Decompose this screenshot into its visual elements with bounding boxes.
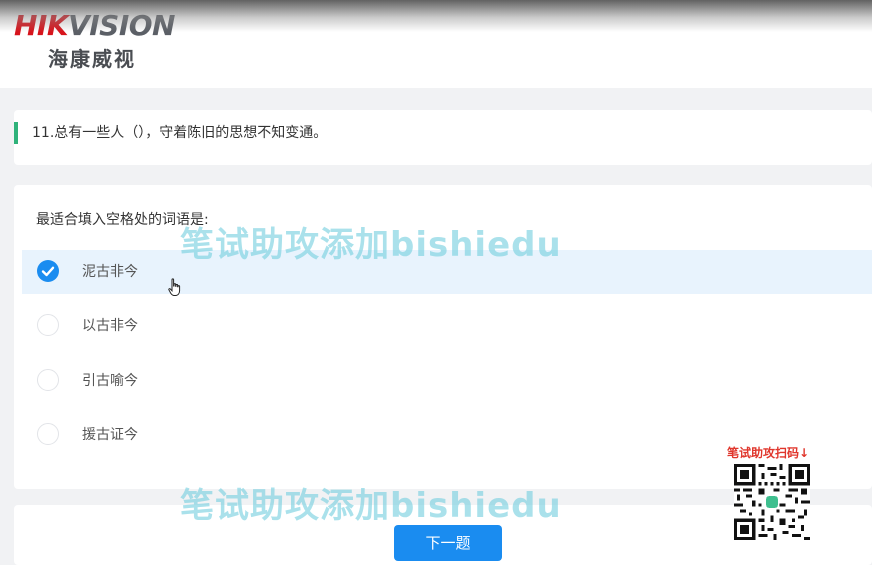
option-1[interactable]: 泥古非今 — [22, 250, 872, 294]
radio-button[interactable] — [37, 314, 59, 336]
logo-wordmark-gray: VISION — [68, 9, 175, 42]
hand-cursor-icon — [168, 278, 181, 296]
option-label: 援古证今 — [82, 427, 138, 443]
radio-button[interactable] — [37, 260, 59, 282]
next-question-button[interactable]: 下一题 — [394, 525, 502, 561]
check-icon — [41, 266, 55, 277]
answer-card: 最适合填入空格处的词语是: 泥古非今 以古非今 引古喻今 援古证今 — [14, 185, 872, 489]
option-3[interactable]: 引古喻今 — [22, 359, 872, 403]
option-label: 引古喻今 — [82, 373, 138, 389]
header-bar: HIKVISION 海康威视 — [0, 0, 872, 88]
qr-label: 笔试助攻扫码↓ — [727, 446, 810, 460]
radio-button[interactable] — [37, 423, 59, 445]
qr-code-icon — [734, 464, 810, 540]
radio-button[interactable] — [37, 369, 59, 391]
option-label: 以古非今 — [82, 318, 138, 334]
logo-wordmark: HIKVISION — [14, 8, 175, 44]
logo-wordmark-red: HIK — [14, 9, 69, 42]
question-accent-bar — [14, 122, 18, 144]
question-text: 11.总有一些人（），守着陈旧的思想不知变通。 — [32, 125, 328, 141]
question-card: 11.总有一些人（），守着陈旧的思想不知变通。 — [14, 110, 872, 165]
logo-chinese-name: 海康威视 — [48, 47, 136, 71]
answer-prompt: 最适合填入空格处的词语是: — [36, 212, 209, 228]
hikvision-logo: HIKVISION 海康威视 — [14, 8, 189, 74]
option-label: 泥古非今 — [82, 264, 138, 280]
option-2[interactable]: 以古非今 — [22, 304, 872, 348]
